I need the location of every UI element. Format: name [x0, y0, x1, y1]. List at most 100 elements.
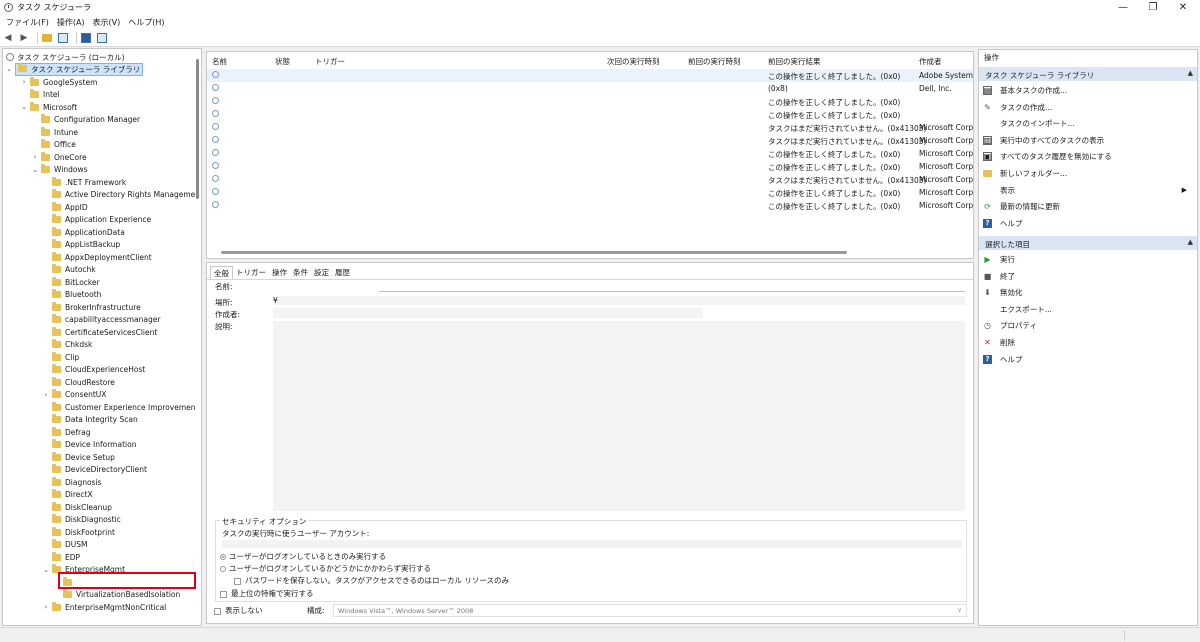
up-folder-icon[interactable]: [41, 32, 53, 44]
tree-item[interactable]: Intune: [31, 126, 78, 138]
tab-triggers[interactable]: トリガー: [233, 266, 269, 279]
tree-item[interactable]: CloudExperienceHost: [42, 364, 145, 376]
task-row[interactable]: この操作を正しく終了しました。(0x0) Adobe Systems: [207, 69, 973, 82]
author-field[interactable]: [273, 308, 703, 318]
tree-item[interactable]: DiskDiagnostic: [42, 514, 121, 526]
action-item[interactable]: ▣ すべてのタスク履歴を無効にする: [983, 150, 1112, 163]
tree-item[interactable]: Bluetooth: [42, 289, 101, 301]
chevron-right-icon[interactable]: ›: [42, 603, 50, 611]
maximize-button[interactable]: ❐: [1136, 0, 1170, 15]
action-item[interactable]: ▥ 実行中のすべてのタスクの表示: [983, 134, 1104, 147]
help-icon[interactable]: [80, 32, 92, 44]
tree-item[interactable]: DirectX: [42, 489, 93, 501]
column-next-run[interactable]: 次回の実行時刻: [607, 56, 660, 67]
chevron-down-icon[interactable]: ⌄: [5, 65, 13, 73]
task-row[interactable]: この操作を正しく終了しました。(0x0) Microsoft Corp: [207, 199, 973, 212]
action-item[interactable]: ✎ タスクの作成...: [983, 101, 1052, 114]
tree-item[interactable]: › GoogleSystem: [20, 76, 97, 88]
tree-item[interactable]: Autochk: [42, 264, 96, 276]
tree-scrollbar[interactable]: [196, 59, 199, 199]
action-item[interactable]: ▶ 実行: [983, 253, 1015, 266]
menu-view[interactable]: 表示(V): [93, 17, 121, 28]
tab-history[interactable]: 履歴: [332, 266, 353, 279]
task-row[interactable]: タスクはまだ実行されていません。(0x41303) Microsoft Corp: [207, 134, 973, 147]
action-item[interactable]: ✕ 削除: [983, 336, 1015, 349]
tab-actions[interactable]: 操作: [269, 266, 290, 279]
tree-item[interactable]: ⌄ Microsoft: [20, 101, 77, 113]
column-status[interactable]: 状態: [275, 56, 290, 67]
tree-item[interactable]: VirtualizationBasedIsolation: [53, 589, 180, 601]
tree-item[interactable]: Application Experience: [42, 214, 151, 226]
tree-item[interactable]: BitLocker: [42, 276, 100, 288]
tree-item[interactable]: AppxDeploymentClient: [42, 251, 152, 263]
task-row[interactable]: この操作を正しく終了しました。(0x0): [207, 108, 973, 121]
chevron-right-icon[interactable]: ›: [20, 78, 28, 86]
tree-item[interactable]: Intel: [20, 89, 60, 101]
tree-item[interactable]: › OneCore: [31, 151, 87, 163]
action-item[interactable]: 新しいフォルダー...: [983, 167, 1067, 180]
show-hide-tree-icon[interactable]: [57, 32, 69, 44]
tree-item[interactable]: Defrag: [42, 426, 90, 438]
description-field[interactable]: [273, 321, 965, 511]
highest-privileges-checkbox[interactable]: 最上位の特権で実行する: [220, 588, 314, 599]
action-item[interactable]: ⟳ 最新の情報に更新: [983, 200, 1060, 213]
menu-file[interactable]: ファイル(F): [6, 17, 49, 28]
radio-whether-logged-on[interactable]: ユーザーがログオンしているかどうかにかかわらず実行する: [220, 563, 431, 574]
tree-item[interactable]: Clip: [42, 351, 79, 363]
action-item[interactable]: ? ヘルプ: [983, 353, 1023, 366]
chevron-right-icon[interactable]: ›: [31, 153, 39, 161]
task-row[interactable]: (0x8) Dell, Inc.: [207, 82, 973, 95]
chevron-down-icon[interactable]: ⌄: [20, 103, 28, 111]
tree-item[interactable]: DiskFootprint: [42, 526, 115, 538]
action-item[interactable]: エクスポート...: [983, 303, 1052, 316]
tree-item[interactable]: AppListBackup: [42, 239, 120, 251]
menu-help[interactable]: ヘルプ(H): [128, 17, 164, 28]
show-hide-action-pane-icon[interactable]: [96, 32, 108, 44]
task-row[interactable]: この操作を正しく終了しました。(0x0): [207, 95, 973, 108]
collapse-icon[interactable]: ▲: [1188, 69, 1193, 77]
action-item[interactable]: タスクのインポート...: [983, 117, 1075, 130]
tree-item[interactable]: Diagnosis: [42, 476, 101, 488]
tree-item[interactable]: AppID: [42, 201, 88, 213]
task-row[interactable]: タスクはまだ実行されていません。(0x41303) Microsoft Corp: [207, 121, 973, 134]
column-author[interactable]: 作成者: [919, 56, 942, 67]
action-item[interactable]: ▤ 基本タスクの作成...: [983, 84, 1067, 97]
tree-item[interactable]: Data Integrity Scan: [42, 414, 138, 426]
action-item[interactable]: ◷ プロパティ: [983, 319, 1037, 332]
action-item[interactable]: ■ 終了: [983, 270, 1015, 283]
tree-root[interactable]: タスク スケジューラ (ローカル): [6, 51, 125, 63]
tab-conditions[interactable]: 条件: [290, 266, 311, 279]
tree-item[interactable]: ApplicationData: [42, 226, 125, 238]
close-button[interactable]: ✕: [1166, 0, 1200, 15]
tree-item[interactable]: Chkdsk: [42, 339, 92, 351]
tree-item[interactable]: Device Setup: [42, 451, 115, 463]
section-selected[interactable]: 選択した項目 ▲: [979, 236, 1197, 250]
tree-item[interactable]: EDP: [42, 551, 80, 563]
tree-item[interactable]: DUSM: [42, 539, 88, 551]
tree-item[interactable]: capabilityaccessmanager: [42, 314, 160, 326]
forward-arrow-icon[interactable]: ▶: [18, 32, 30, 44]
tasklist-scrollbar[interactable]: [221, 251, 847, 254]
tree-item[interactable]: BrokerInfrastructure: [42, 301, 141, 313]
hidden-checkbox[interactable]: 表示しない: [214, 605, 263, 616]
tree-item[interactable]: DeviceDirectoryClient: [42, 464, 147, 476]
section-library[interactable]: タスク スケジューラ ライブラリ ▲: [979, 67, 1197, 81]
action-item[interactable]: 表示 ▶: [983, 184, 1193, 197]
column-last-result[interactable]: 前回の実行結果: [768, 56, 821, 67]
action-item[interactable]: ? ヘルプ: [983, 217, 1023, 230]
tab-general[interactable]: 全般: [210, 266, 233, 279]
tree-item[interactable]: › EnterpriseMgmtNonCritical: [42, 601, 166, 613]
tree-item[interactable]: CertificateServicesClient: [42, 326, 157, 338]
chevron-down-icon[interactable]: ⌄: [31, 166, 39, 174]
collapse-icon[interactable]: ▲: [1188, 238, 1193, 246]
task-row[interactable]: この操作を正しく終了しました。(0x0) Microsoft Corp: [207, 147, 973, 160]
tree-item[interactable]: Office: [31, 139, 76, 151]
tree-item[interactable]: Customer Experience Improvemen: [42, 401, 196, 413]
minimize-button[interactable]: —: [1106, 0, 1140, 15]
chevron-right-icon[interactable]: ›: [42, 391, 50, 399]
tree-item[interactable]: › ConsentUX: [42, 389, 106, 401]
tree-library[interactable]: ⌄ タスク スケジューラ ライブラリ: [5, 62, 144, 76]
config-select[interactable]: Windows Vista™, Windows Server™ 2008: [333, 604, 967, 617]
action-item[interactable]: ⬇ 無効化: [983, 286, 1022, 299]
tree-item[interactable]: Configuration Manager: [31, 114, 140, 126]
